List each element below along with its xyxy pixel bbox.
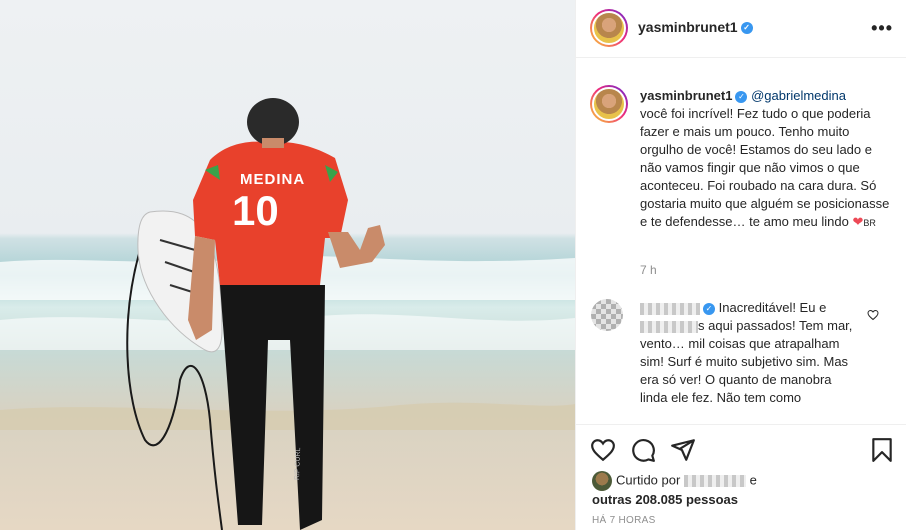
- verified-badge-icon: ✓: [735, 90, 748, 103]
- blurred-text: [640, 320, 698, 333]
- heart-icon[interactable]: [590, 437, 616, 463]
- likes-suffix: e: [749, 472, 757, 488]
- post-photo[interactable]: MEDINA 10 RIP CURL: [0, 0, 575, 530]
- comment-like-icon[interactable]: [867, 309, 879, 321]
- caption-username[interactable]: yasminbrunet1: [640, 88, 732, 103]
- liker-avatar[interactable]: [592, 471, 612, 491]
- caption-mention[interactable]: @gabrielmedina: [751, 88, 846, 103]
- author-username[interactable]: yasminbrunet1: [638, 19, 738, 35]
- brazil-flag-emoji: BR: [863, 218, 876, 228]
- red-heart-emoji: ❤: [852, 214, 864, 229]
- blurred-username[interactable]: [640, 302, 700, 315]
- caption-avatar[interactable]: [590, 85, 628, 123]
- comment-line1: Inacreditável! Eu e: [718, 300, 827, 315]
- commenter-avatar[interactable]: [591, 299, 623, 331]
- comment-icon[interactable]: [630, 437, 656, 463]
- likes-others[interactable]: outras 208.085 pessoas: [592, 492, 738, 507]
- likes-summary[interactable]: Curtido por e outras 208.085 pessoas: [592, 471, 757, 509]
- post-date[interactable]: HÁ 7 HORAS: [592, 515, 656, 526]
- jersey-name: MEDINA: [240, 171, 306, 188]
- post-header: yasminbrunet1 ✓ •••: [576, 0, 906, 58]
- author-username-row: yasminbrunet1 ✓: [638, 19, 753, 35]
- caption-time[interactable]: 7 h: [640, 263, 657, 277]
- author-avatar[interactable]: [590, 9, 628, 47]
- jersey-number: 10: [232, 187, 279, 234]
- verified-badge-icon: ✓: [740, 22, 753, 35]
- caption-text: você foi incrível! Fez tudo o que poderi…: [640, 106, 890, 229]
- bookmark-icon[interactable]: [869, 437, 895, 463]
- wetsuit-brand: RIP CURL: [294, 447, 303, 481]
- likes-prefix: Curtido por: [616, 472, 681, 488]
- verified-badge-icon: ✓: [703, 302, 715, 315]
- share-icon[interactable]: [670, 437, 696, 463]
- post-caption: yasminbrunet1 ✓ @gabrielmedina você foi i…: [640, 87, 895, 232]
- more-options-icon[interactable]: •••: [871, 18, 893, 39]
- surfer-photo-illustration: [0, 98, 575, 530]
- comments-section[interactable]: yasminbrunet1 ✓ @gabrielmedina você foi i…: [576, 59, 906, 424]
- post-side-panel: yasminbrunet1 ✓ ••• yasminbrunet1 ✓ @gabri…: [575, 0, 906, 530]
- post-actions: Curtido por e outras 208.085 pessoas HÁ …: [576, 424, 906, 530]
- blurred-liker[interactable]: [683, 475, 746, 487]
- comment-text: ✓ Inacreditável! Eu e s aqui passados! T…: [640, 299, 855, 407]
